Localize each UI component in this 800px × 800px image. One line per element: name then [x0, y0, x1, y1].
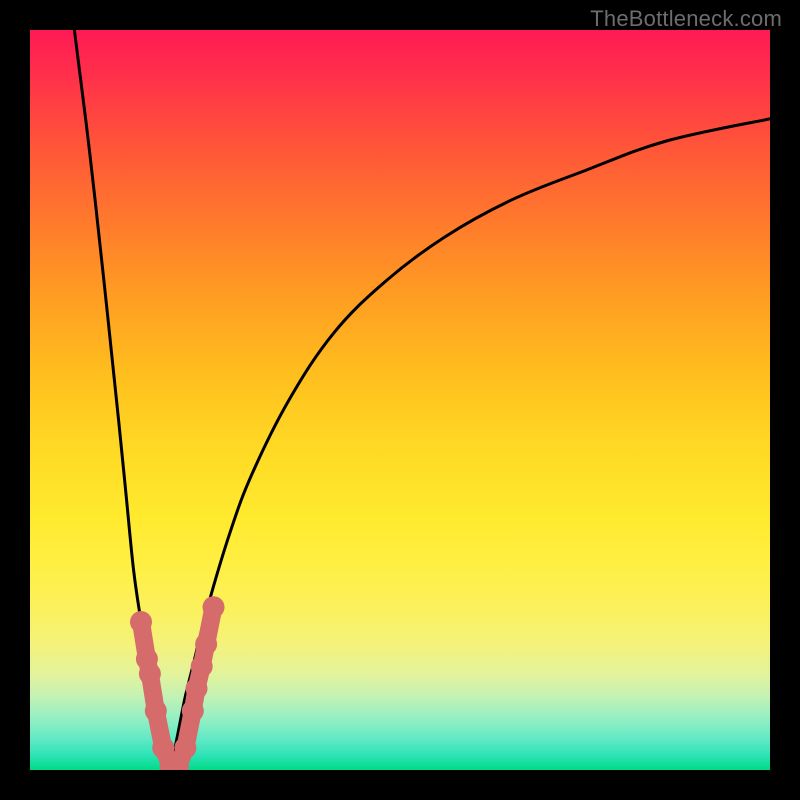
curve-markers — [130, 596, 225, 770]
marker-dot — [145, 700, 167, 722]
chart-frame: TheBottleneck.com — [0, 0, 800, 800]
marker-dot — [191, 655, 213, 677]
curve-right — [171, 119, 770, 770]
marker-dot — [130, 611, 152, 633]
marker-dot — [203, 596, 225, 618]
marker-dot — [174, 737, 196, 759]
marker-dot — [139, 663, 161, 685]
marker-dot — [182, 700, 204, 722]
chart-svg — [30, 30, 770, 770]
watermark-text: TheBottleneck.com — [590, 6, 782, 32]
marker-dot — [195, 633, 217, 655]
marker-dot — [186, 678, 208, 700]
chart-plot-area — [30, 30, 770, 770]
